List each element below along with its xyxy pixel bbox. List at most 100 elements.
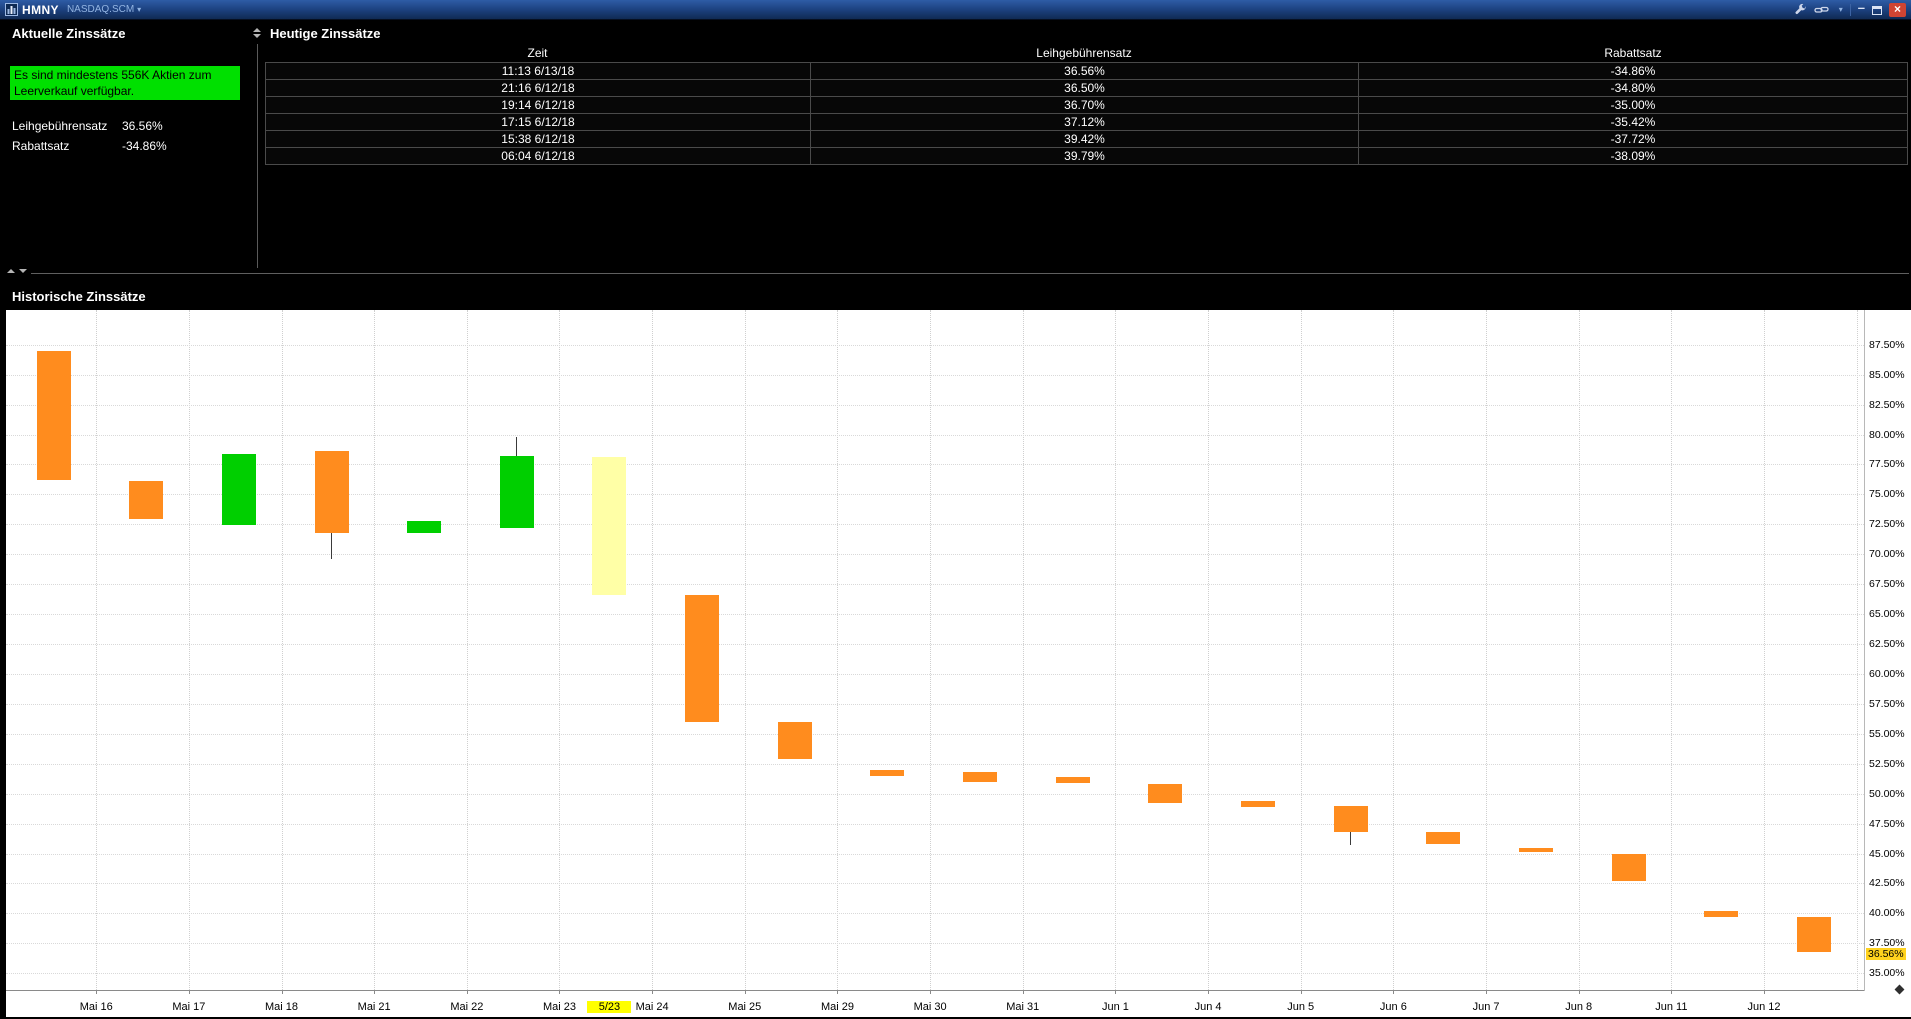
- candlestick[interactable]: [592, 457, 626, 595]
- short-availability-notice: Es sind mindestens 556K Aktien zum Leerv…: [10, 66, 240, 100]
- table-cell: 36.50%: [811, 80, 1359, 96]
- chevron-down-icon[interactable]: ▾: [137, 5, 141, 14]
- splitter-arrow-down-icon[interactable]: [19, 269, 27, 273]
- candlestick[interactable]: [870, 770, 904, 776]
- wrench-icon[interactable]: [1794, 3, 1807, 16]
- candlestick[interactable]: [1797, 917, 1831, 952]
- candlestick[interactable]: [407, 521, 441, 533]
- table-row: 15:38 6/12/1839.42%-37.72%: [266, 131, 1907, 148]
- x-axis-label: Mai 31: [988, 1001, 1058, 1013]
- candlestick[interactable]: [1148, 784, 1182, 803]
- exchange-label[interactable]: NASDAQ.SCM: [67, 4, 134, 15]
- table-row: 19:14 6/12/1836.70%-35.00%: [266, 97, 1907, 114]
- link-icon[interactable]: [1814, 4, 1829, 16]
- splitter-handle[interactable]: [31, 273, 1909, 274]
- table-cell: 39.79%: [811, 148, 1359, 164]
- today-rates-table: Zeit Leihgebührensatz Rabattsatz 11:13 6…: [265, 46, 1908, 165]
- vertical-gridline: [745, 310, 746, 990]
- candlestick[interactable]: [37, 351, 71, 480]
- x-axis-tick: [96, 991, 97, 994]
- y-axis-label: 80.00%: [1869, 429, 1905, 441]
- vertical-gridline: [1208, 310, 1209, 990]
- vertical-gridline: [930, 310, 931, 990]
- rebate-rate-label: Rabattsatz: [12, 139, 69, 153]
- today-rates-title: Heutige Zinssätze: [270, 26, 381, 41]
- y-axis-labels: 87.50%85.00%82.50%80.00%77.50%75.00%72.5…: [1869, 310, 1911, 1017]
- triangle-down-icon: [253, 34, 261, 38]
- borrow-fee-label: Leihgebührensatz: [12, 119, 107, 133]
- group-dropdown-caret-icon[interactable]: ▾: [1839, 5, 1843, 14]
- candlestick[interactable]: [1612, 854, 1646, 882]
- x-axis-label: Jun 4: [1173, 1001, 1243, 1013]
- x-axis-label: Jun 5: [1266, 1001, 1336, 1013]
- x-axis-label: Mai 23: [524, 1001, 594, 1013]
- table-cell: 21:16 6/12/18: [266, 80, 811, 96]
- column-header-rabattsatz: Rabattsatz: [1358, 46, 1908, 62]
- candlestick[interactable]: [778, 722, 812, 759]
- y-axis-line: [1864, 310, 1865, 991]
- table-cell: -35.42%: [1359, 114, 1907, 130]
- horizontal-gridline: [6, 554, 1864, 555]
- horizontal-gridline: [6, 794, 1864, 795]
- y-axis-label: 45.00%: [1869, 848, 1905, 860]
- horizontal-gridline: [6, 614, 1864, 615]
- y-axis-label: 67.50%: [1869, 578, 1905, 590]
- table-row: 11:13 6/13/1836.56%-34.86%: [266, 63, 1907, 80]
- candlestick[interactable]: [1426, 832, 1460, 844]
- chart-plot-area[interactable]: [6, 310, 1864, 1017]
- horizontal-gridline: [6, 734, 1864, 735]
- table-cell: -37.72%: [1359, 131, 1907, 147]
- table-cell: 11:13 6/13/18: [266, 63, 811, 79]
- titlebar-separator: [1850, 4, 1851, 16]
- y-axis-label: 60.00%: [1869, 668, 1905, 680]
- vertical-gridline: [467, 310, 468, 990]
- candlestick[interactable]: [685, 595, 719, 722]
- restore-button[interactable]: [1872, 6, 1882, 15]
- candlestick[interactable]: [1704, 911, 1738, 917]
- collapse-panel-icon[interactable]: [253, 28, 261, 38]
- x-axis-label: Jun 6: [1358, 1001, 1428, 1013]
- vertical-gridline: [282, 310, 283, 990]
- table-cell: -38.09%: [1359, 148, 1907, 164]
- table-row: 06:04 6/12/1839.79%-38.09%: [266, 148, 1907, 165]
- title-bar: HMNY NASDAQ.SCM ▾ ▾ – ×: [0, 0, 1911, 20]
- x-axis-label: Mai 16: [61, 1001, 131, 1013]
- table-cell: -34.80%: [1359, 80, 1907, 96]
- candlestick[interactable]: [129, 481, 163, 519]
- table-cell: 17:15 6/12/18: [266, 114, 811, 130]
- horizontal-gridline: [6, 764, 1864, 765]
- x-axis-label: Mai 17: [154, 1001, 224, 1013]
- highlighted-date-label: 5/23: [587, 1001, 631, 1013]
- splitter-arrow-up-icon[interactable]: [7, 269, 15, 273]
- x-axis-tick: [652, 991, 653, 994]
- candlestick[interactable]: [1241, 801, 1275, 807]
- notice-line-1: Es sind mindestens 556K Aktien zum: [14, 67, 236, 83]
- candlestick[interactable]: [315, 451, 349, 532]
- y-axis-label: 57.50%: [1869, 698, 1905, 710]
- minimize-button[interactable]: –: [1858, 3, 1865, 17]
- x-axis-tick: [1023, 991, 1024, 994]
- candlestick[interactable]: [500, 456, 534, 528]
- vertical-gridline: [1857, 310, 1858, 990]
- y-axis-label: 40.00%: [1869, 907, 1905, 919]
- candlestick[interactable]: [963, 772, 997, 782]
- vertical-gridline: [1579, 310, 1580, 990]
- x-axis-tick: [1764, 991, 1765, 994]
- history-rates-chart: 87.50%85.00%82.50%80.00%77.50%75.00%72.5…: [6, 310, 1911, 1017]
- candlestick[interactable]: [1519, 848, 1553, 853]
- candlestick[interactable]: [222, 454, 256, 526]
- x-axis-label: Jun 11: [1636, 1001, 1706, 1013]
- y-axis-label: 77.50%: [1869, 458, 1905, 470]
- candlestick[interactable]: [1056, 777, 1090, 783]
- x-axis-tick: [745, 991, 746, 994]
- close-button[interactable]: ×: [1889, 3, 1906, 17]
- x-axis-label: Mai 21: [339, 1001, 409, 1013]
- vertical-gridline: [559, 310, 560, 990]
- x-axis-label: Jun 12: [1729, 1001, 1799, 1013]
- x-axis-tick: [1115, 991, 1116, 994]
- candlestick[interactable]: [1334, 806, 1368, 832]
- vertical-gridline: [652, 310, 653, 990]
- x-axis-tick: [282, 991, 283, 994]
- table-cell: 36.56%: [811, 63, 1359, 79]
- x-axis-tick: [1671, 991, 1672, 994]
